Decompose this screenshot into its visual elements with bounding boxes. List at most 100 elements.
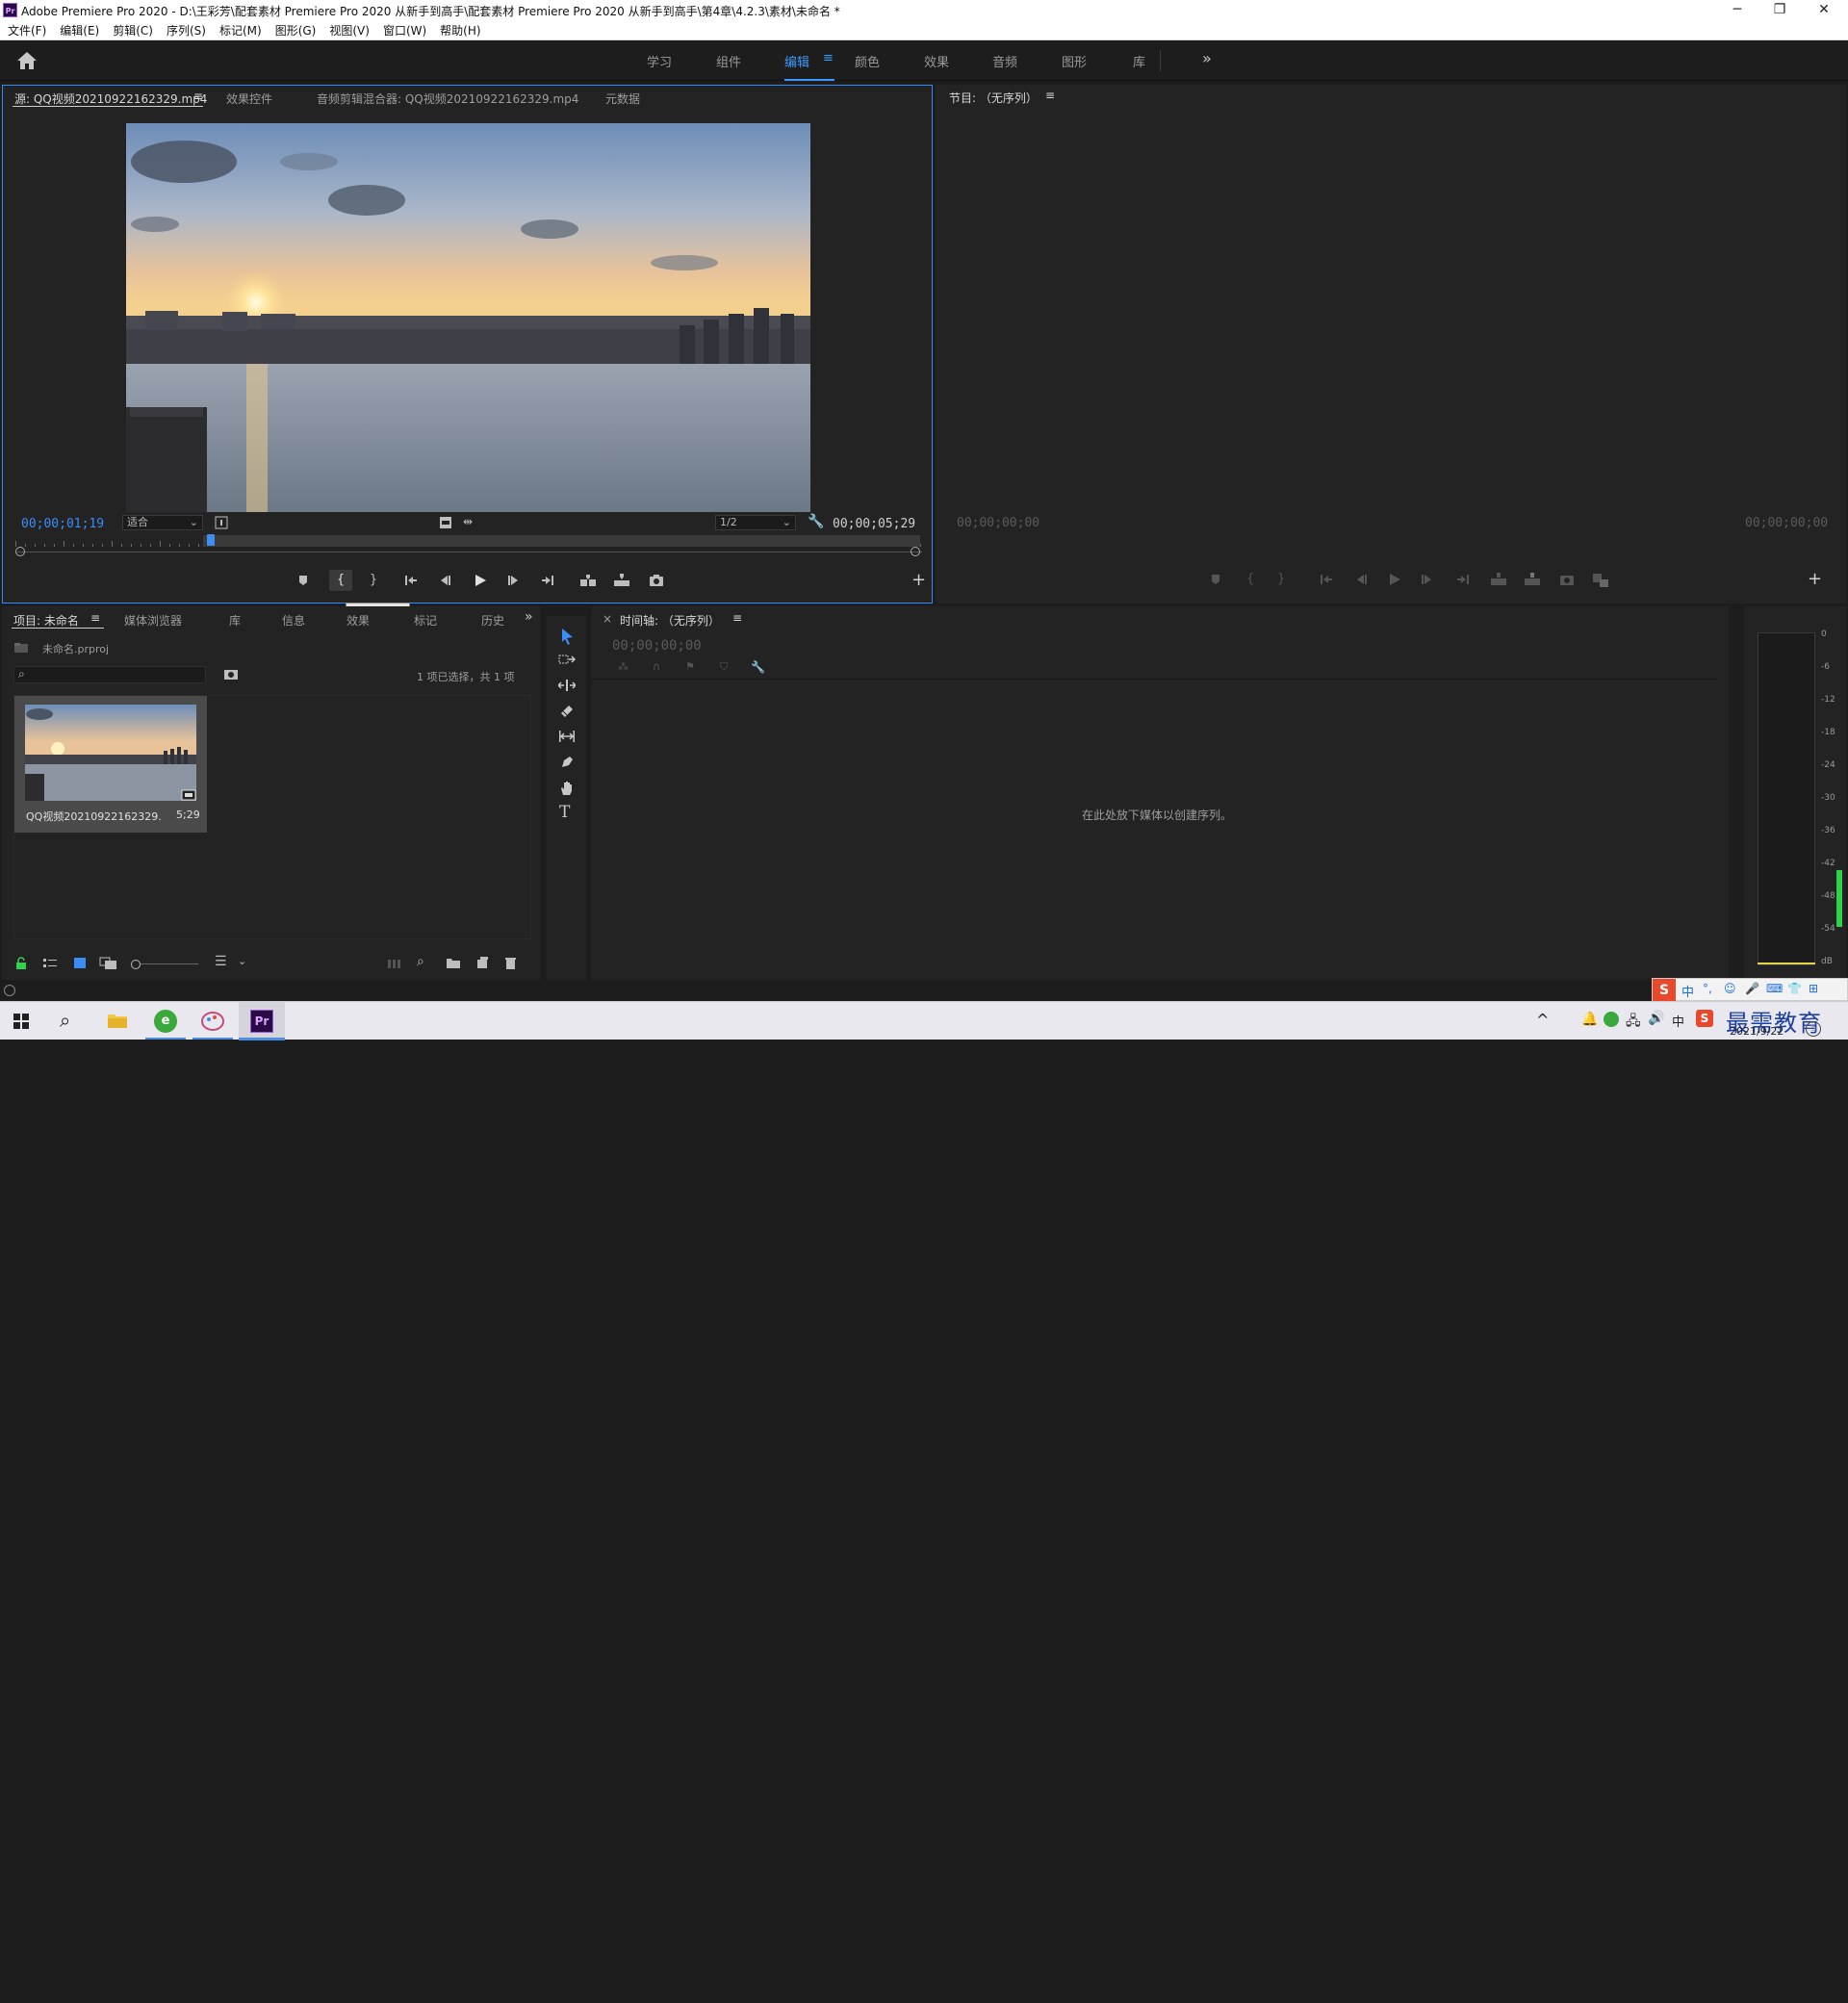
mark-out-button[interactable]: } — [366, 570, 381, 591]
export-frame-camera-icon[interactable] — [649, 574, 664, 587]
add-marker-icon[interactable] — [1210, 574, 1221, 585]
add-marker-icon[interactable] — [297, 575, 309, 586]
automate-to-sequence-icon[interactable] — [387, 958, 402, 969]
tray-language-indicator[interactable]: 中 — [1672, 1012, 1684, 1030]
windows-start-icon[interactable] — [13, 1014, 29, 1029]
source-current-timecode[interactable]: 00;00;01;19 — [21, 517, 104, 531]
workspace-color[interactable]: 颜色 — [855, 52, 880, 70]
workspace-assembly[interactable]: 组件 — [716, 52, 741, 70]
play-icon[interactable] — [474, 574, 487, 587]
project-search-input[interactable]: ⌕ — [13, 666, 206, 683]
program-button-editor-add-icon[interactable]: + — [1808, 569, 1822, 589]
wrench-settings-icon[interactable]: 🔧 — [808, 514, 824, 529]
file-explorer-icon[interactable] — [107, 1012, 128, 1029]
drag-video-only-icon[interactable] — [439, 516, 452, 529]
mark-in-button[interactable]: { — [1246, 569, 1254, 590]
insert-overlay-icon[interactable] — [215, 516, 228, 529]
tray-network-icon[interactable]: 🖧 — [1626, 1011, 1641, 1034]
add-marker-icon[interactable]: ⛉ — [720, 660, 728, 674]
menu-window[interactable]: 窗口(W) — [383, 21, 426, 40]
taskbar-search-icon[interactable]: ⌕ — [60, 1009, 70, 1032]
sogou-logo-icon[interactable]: S — [1653, 979, 1676, 1002]
lock-icon[interactable] — [15, 957, 27, 970]
tab-history[interactable]: 历史 — [481, 612, 504, 629]
overwrite-icon[interactable] — [613, 574, 630, 587]
trash-icon[interactable] — [504, 956, 517, 970]
ime-punctuation[interactable]: °, — [1703, 982, 1712, 995]
go-to-out-icon[interactable] — [541, 575, 554, 586]
find-icon[interactable] — [223, 668, 239, 681]
project-tab-menu-icon[interactable]: ≡ — [90, 611, 100, 625]
nest-sequence-icon[interactable]: ⁂ — [618, 660, 629, 673]
tab-libraries[interactable]: 库 — [229, 612, 241, 629]
timeline-close-button[interactable]: × — [603, 612, 612, 626]
tray-sogou-icon[interactable]: S — [1696, 1010, 1713, 1027]
workspace-overflow-icon[interactable]: » — [1202, 49, 1212, 67]
play-icon[interactable] — [1388, 573, 1401, 586]
ime-voice-icon[interactable]: 🎤 — [1745, 982, 1759, 995]
menu-graphics[interactable]: 图形(G) — [275, 21, 317, 40]
paint-app-icon[interactable] — [200, 1010, 225, 1033]
tab-markers[interactable]: 标记 — [414, 612, 437, 629]
tray-chevron-icon[interactable]: ^ — [1536, 1011, 1549, 1029]
ime-emoji-icon[interactable]: ☺ — [1724, 982, 1736, 995]
home-icon[interactable] — [15, 50, 38, 71]
find-search-icon[interactable]: ⌕ — [417, 954, 424, 969]
tab-audio-clip-mixer[interactable]: 音频剪辑混合器: QQ视频20210922162329.mp4 — [317, 90, 578, 107]
icon-view-icon[interactable] — [73, 957, 87, 969]
new-bin-folder-icon[interactable] — [446, 957, 461, 969]
tray-security-icon[interactable] — [1604, 1012, 1619, 1027]
ripple-edit-tool-icon[interactable] — [558, 679, 576, 692]
chevron-down-icon[interactable]: ⌄ — [238, 955, 246, 967]
tab-metadata[interactable]: 元数据 — [605, 90, 640, 107]
list-view-icon[interactable] — [42, 958, 58, 969]
step-back-icon[interactable] — [1355, 574, 1367, 585]
menu-help[interactable]: 帮助(H) — [440, 21, 480, 40]
menu-file[interactable]: 文件(F) — [8, 21, 46, 40]
tab-project[interactable]: 项目: 未命名 — [13, 612, 79, 629]
tray-volume-icon[interactable]: 🔊 — [1648, 1011, 1664, 1026]
lift-icon[interactable] — [1490, 573, 1507, 586]
go-to-in-icon[interactable] — [404, 575, 418, 586]
premiere-taskbar-button[interactable]: Pr — [239, 1002, 285, 1040]
new-item-icon[interactable] — [476, 957, 489, 969]
sort-icons-icon[interactable]: ☰ — [215, 954, 227, 969]
tab-source[interactable]: 源: QQ视频20210922162329.mp4 — [14, 90, 207, 107]
close-button[interactable]: ✕ — [1802, 0, 1846, 21]
timeline-title[interactable]: 时间轴: （无序列） — [620, 612, 720, 629]
source-playhead[interactable] — [207, 534, 216, 546]
restore-button[interactable]: ❐ — [1758, 0, 1802, 21]
workspace-libraries[interactable]: 库 — [1133, 52, 1145, 70]
go-to-in-icon[interactable] — [1320, 574, 1333, 585]
tab-effects[interactable]: 效果 — [346, 612, 370, 629]
thumbnail-size-slider-handle[interactable] — [131, 960, 141, 969]
program-tab-menu-icon[interactable]: ≡ — [1045, 89, 1055, 102]
comparison-view-icon[interactable] — [1592, 573, 1609, 588]
insert-icon[interactable] — [579, 574, 597, 587]
export-frame-camera-icon[interactable] — [1559, 573, 1575, 586]
mark-in-button[interactable]: { — [329, 570, 352, 591]
source-tab-menu-icon[interactable]: ≡ — [193, 90, 203, 103]
step-back-icon[interactable] — [439, 575, 450, 586]
snap-magnet-icon[interactable]: ∩ — [653, 660, 660, 673]
extract-icon[interactable] — [1524, 573, 1541, 586]
pen-tool-icon[interactable] — [559, 755, 575, 770]
timeline-drop-area[interactable] — [591, 680, 1717, 980]
tray-action-center-icon[interactable]: 5 — [1806, 1021, 1821, 1037]
slip-tool-icon[interactable] — [558, 730, 576, 743]
step-forward-icon[interactable] — [508, 575, 520, 586]
project-tabs-overflow-icon[interactable]: » — [525, 609, 533, 625]
tab-media-browser[interactable]: 媒体浏览器 — [124, 612, 182, 629]
tab-effect-controls[interactable]: 效果控件 — [226, 90, 272, 107]
razor-tool-icon[interactable] — [559, 704, 575, 719]
source-button-editor-add-icon[interactable]: + — [911, 570, 926, 590]
mark-out-button[interactable]: } — [1277, 569, 1285, 590]
tray-notification-icon[interactable]: 🔔 — [1581, 1012, 1598, 1027]
hand-tool-icon[interactable] — [559, 780, 575, 796]
workspace-graphics[interactable]: 图形 — [1062, 52, 1087, 70]
menu-edit[interactable]: 编辑(E) — [60, 21, 99, 40]
tab-info[interactable]: 信息 — [282, 612, 305, 629]
linked-selection-icon[interactable]: ⚑ — [685, 660, 695, 673]
go-to-out-icon[interactable] — [1456, 574, 1470, 585]
tray-date[interactable]: 2021/9/22 — [1730, 1025, 1784, 1038]
